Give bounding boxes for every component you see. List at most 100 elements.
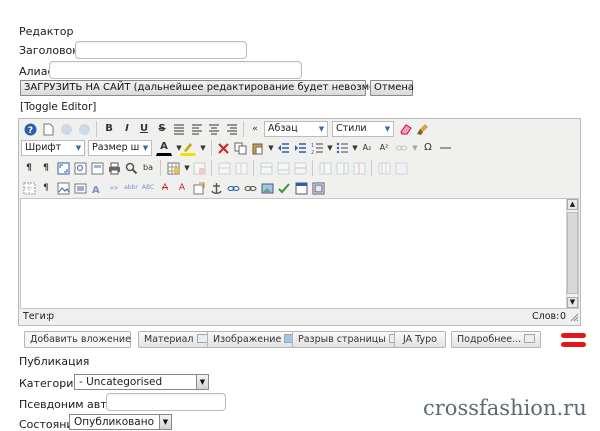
unlink-icon[interactable] — [242, 180, 258, 196]
insert-column-before-icon[interactable] — [317, 160, 333, 176]
align-right-icon[interactable] — [224, 121, 240, 137]
find-replace-icon[interactable] — [123, 160, 139, 176]
cell-properties-icon[interactable] — [233, 160, 249, 176]
merge-cells-icon[interactable] — [393, 160, 409, 176]
replace-icon[interactable]: ba — [140, 160, 156, 176]
scroll-down-arrow-icon[interactable]: ▼ — [567, 297, 578, 308]
row-properties-icon[interactable] — [216, 160, 232, 176]
font-size-select[interactable]: Размер шрифта ▼ — [88, 140, 152, 156]
add-attachment-button[interactable]: Добавить вложение — [24, 331, 131, 348]
insert-row-after-icon[interactable] — [275, 160, 291, 176]
chevron-down-icon[interactable]: ▼ — [195, 140, 211, 156]
rtl-direction-icon[interactable]: ¶ — [38, 160, 54, 176]
hyperlink-icon[interactable] — [225, 180, 241, 196]
italic-icon[interactable]: I — [119, 121, 135, 137]
chevron-down-icon: ▼ — [196, 375, 208, 389]
insert-image-icon[interactable] — [55, 180, 71, 196]
insert-media-icon[interactable] — [72, 180, 88, 196]
highlight-color-icon[interactable] — [180, 140, 196, 156]
alias-input[interactable] — [49, 61, 302, 79]
cleanup-brush-icon[interactable] — [415, 121, 431, 137]
scroll-up-arrow-icon[interactable]: ▲ — [567, 199, 578, 210]
image-button[interactable]: Изображение — [207, 331, 302, 348]
svg-text:1: 1 — [311, 143, 314, 149]
underline-icon[interactable]: U — [136, 121, 152, 137]
layer-icon[interactable] — [310, 180, 326, 196]
cancel-button[interactable]: Отмена — [370, 80, 414, 96]
anchor-icon[interactable] — [208, 180, 224, 196]
split-cells-icon[interactable] — [376, 160, 392, 176]
outdent-icon[interactable] — [275, 140, 291, 156]
word-count-label: Слов: — [532, 311, 560, 322]
preview-icon[interactable] — [72, 160, 88, 176]
ja-typo-button[interactable]: JA Typo — [394, 331, 446, 348]
window-icon[interactable] — [293, 180, 309, 196]
read-more-button[interactable]: Подробнее... — [451, 331, 542, 348]
style-attribute-icon[interactable]: A — [89, 180, 105, 196]
spellcheck-icon[interactable] — [276, 180, 292, 196]
align-center-icon[interactable] — [206, 121, 222, 137]
insert-row-before-icon[interactable] — [258, 160, 274, 176]
insertion-icon[interactable]: A — [174, 180, 190, 196]
paragraph-format-select[interactable]: Абзац ▼ — [264, 121, 328, 137]
toolbar-separator — [312, 160, 313, 176]
delete-row-icon[interactable] — [292, 160, 308, 176]
abbreviation-icon[interactable]: abbr — [123, 180, 139, 196]
page-break-button[interactable]: Разрыв страницы — [292, 331, 406, 348]
image-button-label: Изображение — [213, 334, 282, 345]
cut-icon[interactable] — [215, 140, 231, 156]
subscript-icon[interactable]: A₂ — [359, 140, 375, 156]
editor-scrollbar[interactable]: ▲ ▼ — [566, 199, 578, 308]
align-left-icon[interactable] — [189, 121, 205, 137]
citation-icon[interactable]: «» — [106, 180, 122, 196]
author-alias-input[interactable] — [106, 393, 226, 411]
attributes-icon[interactable] — [191, 180, 207, 196]
editor-content-area[interactable] — [20, 198, 579, 309]
redo-icon[interactable] — [76, 121, 92, 137]
ltr-direction-icon[interactable]: ¶ — [21, 160, 37, 176]
state-select[interactable]: Опубликовано ▼ — [69, 414, 172, 430]
print-icon[interactable] — [106, 160, 122, 176]
acronym-icon[interactable]: ABC — [140, 180, 156, 196]
category-select[interactable]: - Uncategorised ▼ — [74, 374, 209, 390]
image-manager-icon[interactable] — [259, 180, 275, 196]
horizontal-rule-icon[interactable] — [437, 140, 453, 156]
article-button[interactable]: Материал — [138, 331, 214, 348]
styles-select[interactable]: Стили ▼ — [332, 121, 394, 137]
fullscreen-icon[interactable] — [55, 160, 71, 176]
path-value[interactable]: p — [48, 311, 54, 322]
svg-text:?: ? — [27, 126, 32, 136]
help-icon[interactable]: ? — [22, 121, 38, 137]
insert-column-after-icon[interactable] — [334, 160, 350, 176]
table-properties-icon[interactable] — [191, 160, 207, 176]
toggle-editor-link[interactable]: [Toggle Editor] — [20, 101, 96, 113]
visual-aid-icon[interactable] — [21, 180, 37, 196]
upload-to-site-button[interactable]: ЗАГРУЗИТЬ НА САЙТ (дальнейшее редактиров… — [20, 80, 401, 96]
strikethrough-icon[interactable]: S — [154, 121, 170, 137]
toolbar-row-1: ? B I U S « Абзац ▼ Стили ▼ — [21, 120, 576, 138]
template-icon[interactable] — [89, 160, 105, 176]
align-justify-icon[interactable] — [171, 121, 187, 137]
superscript-icon[interactable]: A² — [376, 140, 392, 156]
chevron-down-icon: ▼ — [159, 415, 171, 429]
indent-icon[interactable] — [292, 140, 308, 156]
show-blocks-icon[interactable]: ¶ — [38, 180, 54, 196]
undo-icon[interactable] — [58, 121, 74, 137]
eraser-icon[interactable] — [398, 121, 414, 137]
copy-icon[interactable] — [232, 140, 248, 156]
font-family-select[interactable]: Шрифт ▼ — [21, 140, 85, 156]
font-color-icon[interactable]: A — [156, 140, 172, 156]
scrollbar-thumb[interactable] — [567, 212, 578, 294]
deletion-icon[interactable]: A — [157, 180, 173, 196]
editor-section-title: Редактор — [19, 25, 74, 38]
new-document-icon[interactable] — [40, 121, 56, 137]
bold-icon[interactable]: B — [101, 121, 117, 137]
title-input[interactable] — [75, 41, 247, 59]
path-label: Теги: — [23, 311, 50, 322]
special-characters-icon[interactable]: Ω — [420, 140, 436, 156]
resize-handle-icon[interactable] — [570, 313, 579, 322]
blockquote-icon[interactable]: « — [247, 121, 263, 137]
red-annotation-mark — [561, 333, 586, 338]
toolbar-separator — [211, 140, 212, 156]
delete-column-icon[interactable] — [351, 160, 367, 176]
